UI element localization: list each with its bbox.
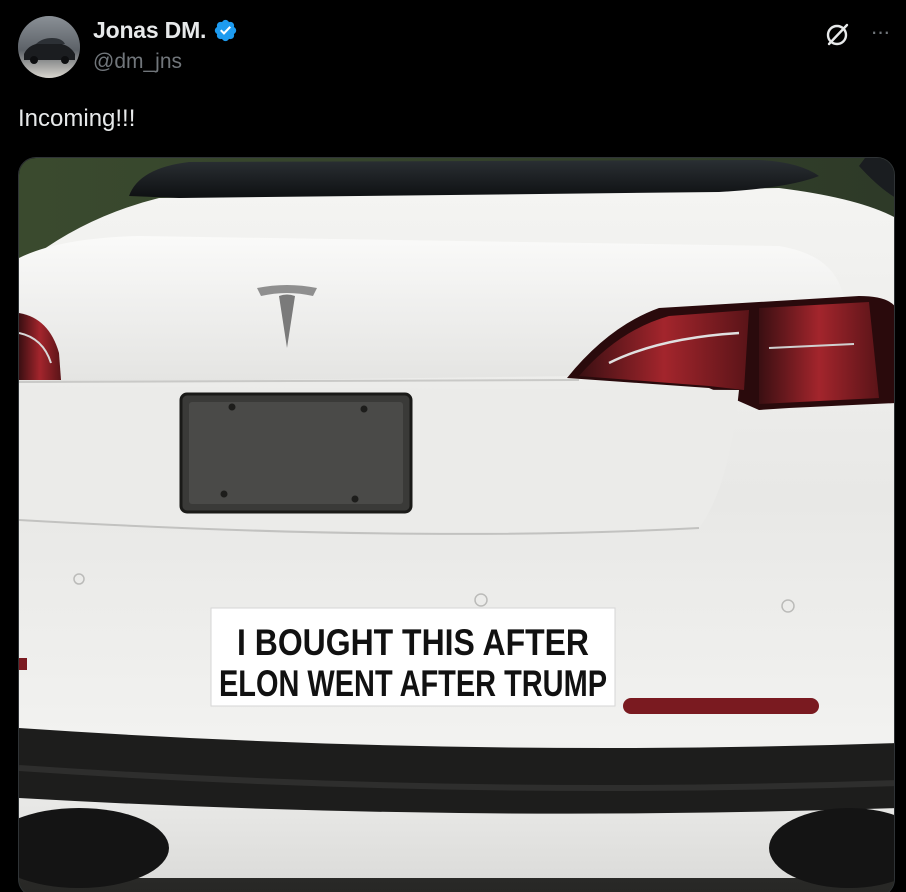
car-rear-photo: I BOUGHT THIS AFTER ELON WENT AFTER TRUM… [19, 158, 894, 892]
avatar-car-image [18, 16, 80, 78]
avatar[interactable] [18, 16, 80, 78]
sticker-line-1: I BOUGHT THIS AFTER [237, 622, 589, 663]
author-display-name[interactable]: Jonas DM. [93, 17, 206, 44]
tweet: Jonas DM. @dm_jns ··· Incoming!!! I BOUG… [0, 0, 906, 892]
bumper-sticker: I BOUGHT THIS AFTER ELON WENT AFTER TRUM… [210, 607, 616, 707]
more-options-icon[interactable]: ··· [866, 18, 894, 46]
author-name-row: Jonas DM. [93, 17, 238, 44]
verified-badge-icon[interactable] [213, 18, 238, 43]
tweet-media-image[interactable]: I BOUGHT THIS AFTER ELON WENT AFTER TRUM… [18, 157, 895, 892]
tweet-text: Incoming!!! [18, 105, 136, 132]
grok-icon[interactable] [824, 20, 852, 48]
sticker-line-2: ELON WENT AFTER TRUMP [219, 663, 607, 704]
author-handle[interactable]: @dm_jns [93, 50, 182, 74]
